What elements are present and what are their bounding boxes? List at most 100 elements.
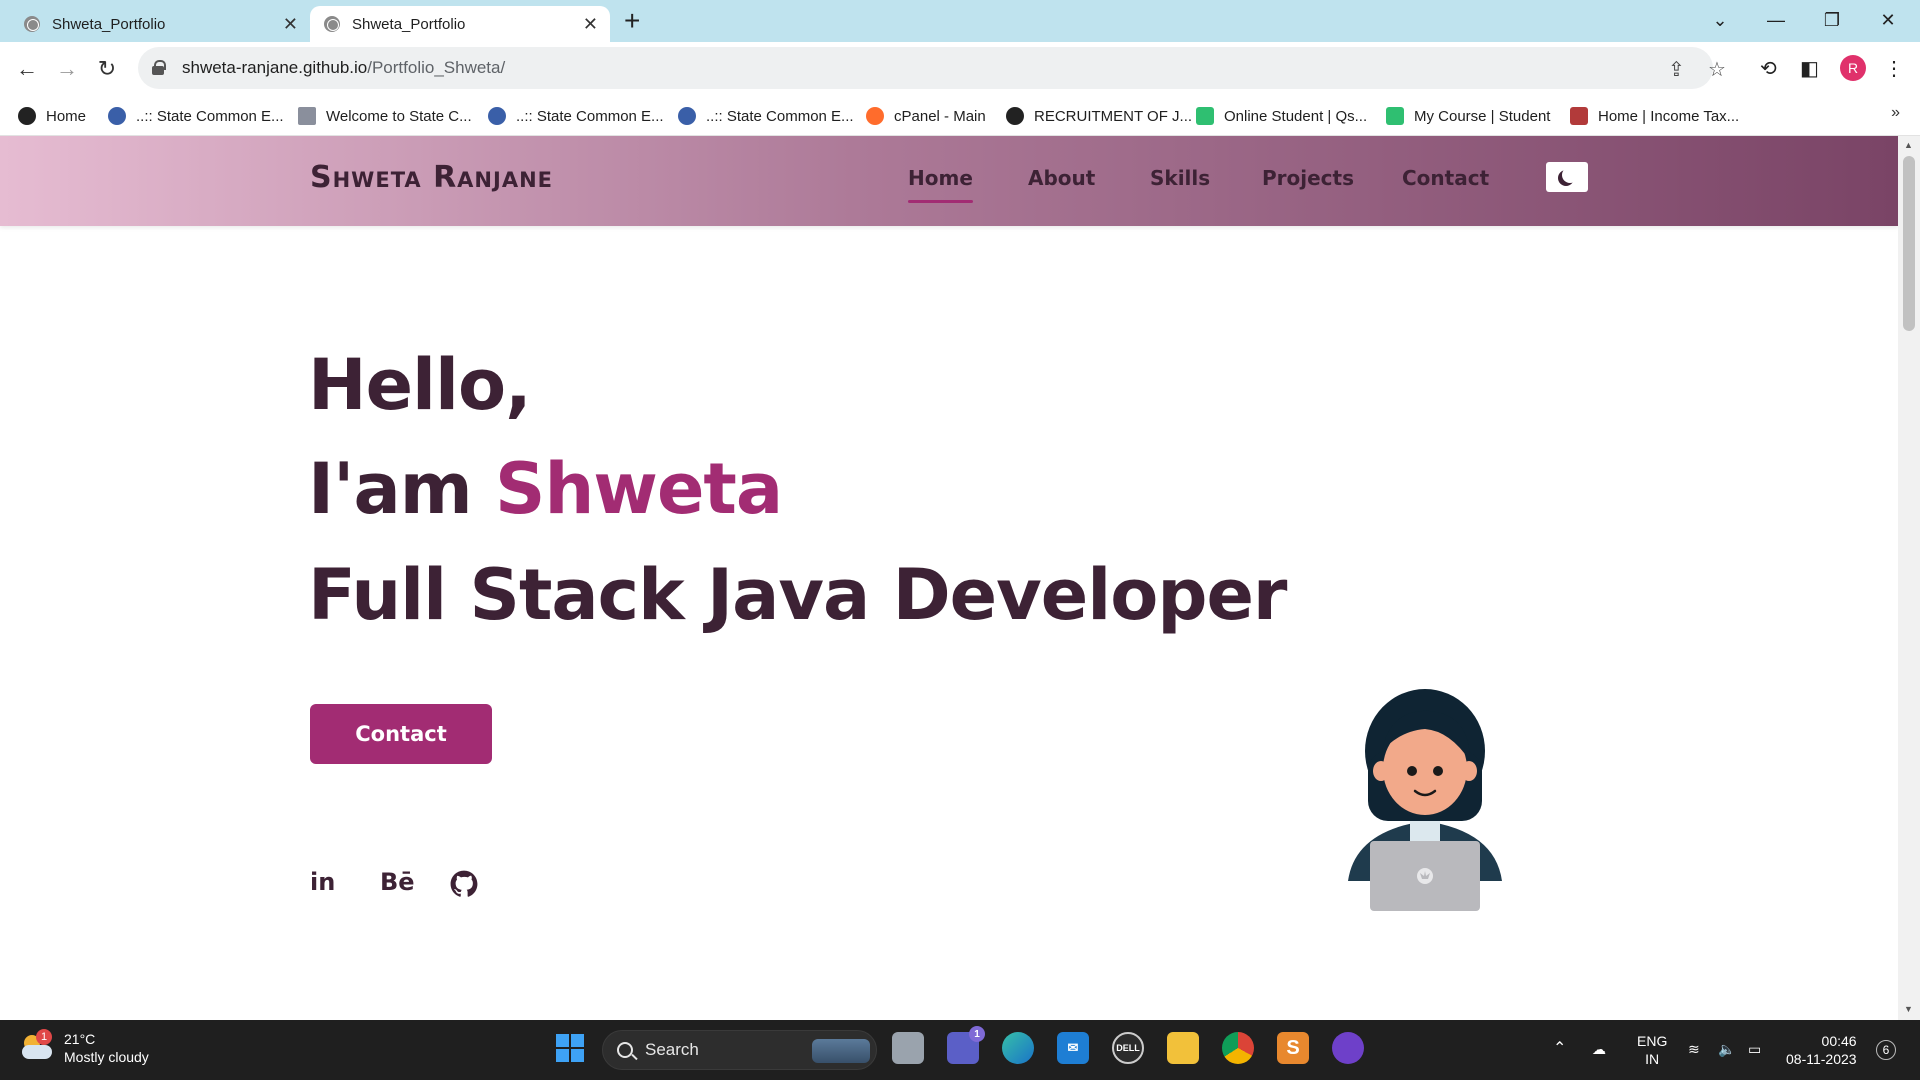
sublime-text-icon[interactable]: S <box>1277 1032 1309 1064</box>
language-indicator[interactable]: ENG IN <box>1637 1032 1667 1068</box>
cpanel-icon <box>866 107 884 125</box>
bookmark-item[interactable]: My Course | Student <box>1386 104 1550 128</box>
close-tab-icon[interactable]: ✕ <box>583 14 598 35</box>
address-bar[interactable]: shweta-ranjane.github.io/Portfolio_Shwet… <box>138 47 1726 89</box>
windows-start-icon[interactable] <box>554 1032 586 1064</box>
scroll-thumb[interactable] <box>1903 156 1915 331</box>
hero-name: Shweta <box>495 448 783 530</box>
cet-icon <box>678 107 696 125</box>
teams-icon[interactable]: 1 <box>947 1026 985 1064</box>
bookmark-item[interactable]: ..:: State Common E... <box>108 104 284 128</box>
search-highlight-image <box>812 1039 870 1063</box>
bookmark-star-icon[interactable]: ☆ <box>1708 57 1726 82</box>
nav-projects[interactable]: Projects <box>1262 166 1354 190</box>
bookmark-item[interactable]: Welcome to State C... <box>298 104 472 128</box>
hero-intro: I'am Shweta <box>308 448 783 530</box>
task-view-icon[interactable] <box>892 1032 924 1064</box>
weather-cloud-icon: 1 <box>20 1029 54 1061</box>
behance-icon[interactable]: Bē <box>380 868 415 896</box>
restore-button[interactable]: ❐ <box>1804 0 1860 40</box>
mail-icon[interactable]: ✉ <box>1057 1032 1089 1064</box>
globe-icon <box>18 107 36 125</box>
bookmark-label: Home | Income Tax... <box>1598 107 1740 125</box>
nav-home[interactable]: Home <box>908 166 973 203</box>
scroll-down-icon[interactable]: ▼ <box>1904 1004 1913 1014</box>
dark-mode-toggle[interactable] <box>1546 162 1588 192</box>
contact-button[interactable]: Contact <box>310 704 492 764</box>
bookmark-label: ..:: State Common E... <box>516 107 664 125</box>
cet-icon <box>108 107 126 125</box>
windows-taskbar: 1 21°C Mostly cloudy Search 1 ✉ DELL S ⌃… <box>0 1020 1920 1080</box>
tab-search-icon[interactable]: ⌄ <box>1692 0 1748 40</box>
weather-temp: 21°C <box>64 1031 96 1047</box>
bookmark-item[interactable]: RECRUITMENT OF J... <box>1006 104 1192 128</box>
notification-count[interactable]: 6 <box>1876 1040 1896 1060</box>
file-explorer-icon[interactable] <box>1167 1032 1199 1064</box>
moon-icon <box>1562 167 1578 183</box>
close-window-button[interactable]: ✕ <box>1860 0 1916 40</box>
chrome-menu-icon[interactable]: ⋮ <box>1884 56 1904 81</box>
nav-about[interactable]: About <box>1028 166 1095 190</box>
bookmarks-bar: Home ..:: State Common E... Welcome to S… <box>0 96 1920 136</box>
weather-widget[interactable]: 1 21°C Mostly cloudy <box>20 1029 149 1066</box>
new-tab-button[interactable]: + <box>624 6 640 36</box>
onedrive-icon[interactable]: ☁ <box>1592 1040 1606 1058</box>
page-scrollbar[interactable]: ▲ ▼ <box>1898 136 1920 1020</box>
dell-icon[interactable]: DELL <box>1112 1032 1144 1064</box>
bookmark-label: ..:: State Common E... <box>136 107 284 125</box>
weather-desc: Mostly cloudy <box>64 1049 149 1065</box>
browser-tab-2[interactable]: Shweta_Portfolio ✕ <box>310 6 610 42</box>
reload-icon[interactable]: ↻ <box>92 54 122 84</box>
edge-icon[interactable] <box>1002 1032 1034 1064</box>
profile-avatar[interactable]: R <box>1840 55 1866 81</box>
chrome-icon[interactable] <box>1222 1032 1254 1064</box>
date: 08-11-2023 <box>1786 1051 1857 1067</box>
back-icon[interactable]: ← <box>12 54 42 84</box>
site-logo[interactable]: Shweta Ranjane <box>310 160 553 195</box>
time: 00:46 <box>1821 1033 1857 1049</box>
minimize-button[interactable]: — <box>1748 0 1804 40</box>
forward-icon[interactable]: → <box>52 54 82 84</box>
bookmark-label: My Course | Student <box>1414 107 1551 125</box>
nav-skills[interactable]: Skills <box>1150 166 1210 190</box>
url-path: /Portfolio_Shweta/ <box>367 58 506 77</box>
bookmark-item[interactable]: Home | Income Tax... <box>1570 104 1739 128</box>
bookmark-item[interactable]: Home <box>18 104 86 128</box>
nav-contact[interactable]: Contact <box>1402 166 1489 190</box>
browser-toolbar: ← → ↻ shweta-ranjane.github.io/Portfolio… <box>0 42 1920 96</box>
share-icon[interactable]: ⇪ <box>1668 57 1685 82</box>
browser-tab-1[interactable]: Shweta_Portfolio ✕ <box>10 6 310 42</box>
scroll-up-icon[interactable]: ▲ <box>1904 140 1913 150</box>
volume-icon[interactable]: 🔈 <box>1718 1040 1735 1058</box>
weather-badge: 1 <box>36 1029 52 1045</box>
extension-icon[interactable]: ⟲ <box>1760 56 1777 81</box>
more-bookmarks-icon[interactable]: » <box>1891 104 1900 122</box>
cet-icon <box>488 107 506 125</box>
tray-overflow-icon[interactable]: ⌃ <box>1553 1040 1566 1058</box>
globe-icon <box>1006 107 1024 125</box>
search-label: Search <box>645 1040 699 1059</box>
site-header: Shweta Ranjane Home About Skills Project… <box>0 136 1898 226</box>
taskbar-search[interactable]: Search <box>602 1030 877 1070</box>
qspiders-icon <box>1386 107 1404 125</box>
bookmark-label: Welcome to State C... <box>326 107 472 125</box>
bookmark-item[interactable]: ..:: State Common E... <box>488 104 664 128</box>
bookmark-item[interactable]: Online Student | Qs... <box>1196 104 1367 128</box>
globe-icon <box>24 16 40 32</box>
github-desktop-icon[interactable] <box>1332 1032 1364 1064</box>
teams-badge: 1 <box>969 1026 985 1042</box>
linkedin-icon[interactable]: in <box>310 868 335 896</box>
clock[interactable]: 00:46 08-11-2023 <box>1786 1032 1857 1068</box>
github-icon[interactable] <box>450 870 478 904</box>
side-panel-icon[interactable]: ◧ <box>1800 56 1819 81</box>
battery-icon[interactable]: ▭ <box>1748 1040 1761 1058</box>
region: IN <box>1645 1051 1660 1067</box>
bookmark-item[interactable]: ..:: State Common E... <box>678 104 854 128</box>
close-tab-icon[interactable]: ✕ <box>283 14 298 35</box>
bookmark-label: ..:: State Common E... <box>706 107 854 125</box>
url-host: shweta-ranjane.github.io <box>182 58 368 77</box>
lock-icon[interactable] <box>152 60 166 75</box>
wifi-icon[interactable]: ≋ <box>1688 1040 1700 1058</box>
bookmark-label: Online Student | Qs... <box>1224 107 1368 125</box>
bookmark-item[interactable]: cPanel - Main <box>866 104 986 128</box>
